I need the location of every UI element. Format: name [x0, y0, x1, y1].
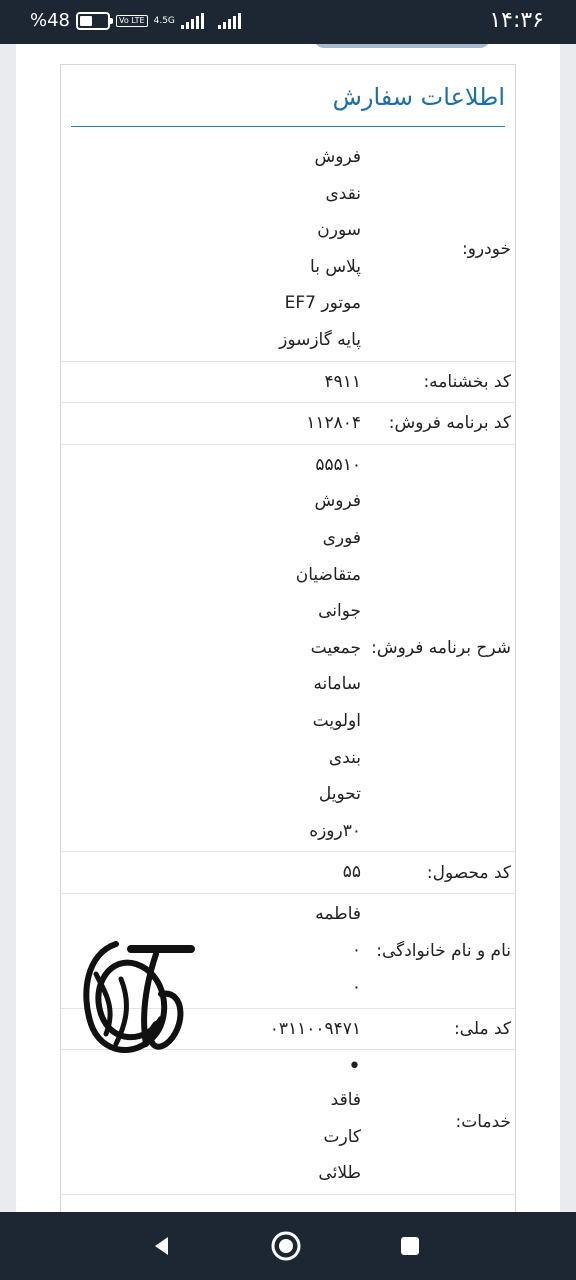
value-line: ۵۵۵۱۰ — [315, 454, 361, 475]
value-line: اولویت — [312, 710, 361, 731]
value-line: کارت — [323, 1126, 362, 1147]
row-label: نام و نام خانوادگی: — [376, 940, 511, 961]
row-value: ۰۳۱۱۰۰۹۴۷۱ — [263, 1009, 363, 1050]
signal-bars-2-icon — [217, 12, 241, 29]
order-row: کد بخشنامه: ۴۹۱۱ — [61, 362, 515, 404]
recents-square-icon — [401, 1237, 419, 1255]
order-row: خدمات: • فاقد کارت طلائی — [61, 1050, 515, 1196]
value-line: ۰ — [351, 940, 361, 961]
value-line: فروش — [314, 147, 361, 167]
panel-title: اطلاعات سفارش — [332, 83, 505, 111]
order-table: خودرو: فروش نقدی سورن پلاس با موتور EF7 پایه گ… — [61, 137, 515, 1196]
value-line: ۵۵ — [342, 862, 361, 883]
value-line: ۴۹۱۱ — [324, 371, 361, 392]
order-row: کد محصول: ۵۵ — [61, 852, 515, 894]
row-value: ۵۵ — [263, 852, 363, 893]
navigation-bar — [0, 1212, 576, 1280]
previous-button-edge[interactable] — [314, 44, 490, 48]
volte-badge: Vo LTE — [116, 14, 148, 27]
value-line: طلائی — [318, 1163, 361, 1184]
value-line: فاقد — [330, 1090, 361, 1111]
row-value: فروش نقدی سورن پلاس با موتور EF7 پایه گازسوز — [263, 137, 363, 361]
order-info-panel: اطلاعات سفارش خودرو: فروش نقدی سورن پلاس با م… — [60, 64, 516, 1212]
row-value: ۱۱۲۸۰۴ — [263, 403, 363, 444]
value-line: جوانی — [318, 601, 361, 622]
list-bullet: • — [348, 1054, 361, 1080]
value-line: ۱۱۲۸۰۴ — [306, 413, 361, 434]
value-line: سامانه — [313, 674, 361, 695]
value-line: موتور EF7 — [284, 293, 361, 314]
status-bar: %48 Vo LTE 4.5G ۱۴:۳۶ — [0, 0, 576, 44]
value-line: پایه گازسوز — [279, 329, 361, 350]
home-circle-icon — [271, 1231, 301, 1261]
back-triangle-icon — [155, 1237, 168, 1255]
title-divider — [71, 126, 505, 127]
row-value: فاطمه ۰ ۰ — [263, 894, 363, 1008]
value-line: ۰ — [351, 977, 361, 998]
row-label: کد ملی: — [453, 1018, 511, 1039]
row-label: خودرو: — [461, 238, 511, 259]
value-line: فوری — [322, 527, 361, 548]
value-line: سورن — [317, 220, 361, 241]
order-row: نام و نام خانوادگی: فاطمه ۰ ۰ — [61, 894, 515, 1009]
value-line: متقاضیان — [295, 564, 361, 585]
value-line: فروش — [314, 491, 361, 512]
row-value: • فاقد کارت طلائی — [263, 1050, 363, 1194]
row-label: خدمات: — [455, 1112, 511, 1133]
value-line: بندی — [328, 747, 361, 768]
order-row: شرح برنامه فروش: ۵۵۵۱۰ فروش فوری متقاضیان جوا… — [61, 445, 515, 853]
signal-bars-icon — [180, 12, 204, 29]
row-label: کد برنامه فروش: — [388, 413, 511, 434]
network-type: 4.5G — [153, 15, 175, 26]
row-label: کد محصول: — [426, 862, 511, 883]
page-content[interactable]: اطلاعات سفارش خودرو: فروش نقدی سورن پلاس با م… — [0, 44, 576, 1212]
order-row: کد ملی: ۰۳۱۱۰۰۹۴۷۱ — [61, 1009, 515, 1051]
recents-button[interactable] — [392, 1228, 428, 1264]
status-left: %48 Vo LTE 4.5G — [30, 10, 241, 31]
row-label: کد بخشنامه: — [423, 371, 511, 392]
value-line: ۳۰روزه — [309, 820, 361, 841]
home-button[interactable] — [268, 1228, 304, 1264]
row-label: شرح برنامه فروش: — [371, 638, 511, 659]
value-line: جمعیت — [310, 637, 361, 658]
row-value: ۴۹۱۱ — [263, 362, 363, 403]
order-row: خودرو: فروش نقدی سورن پلاس با موتور EF7 پایه گ… — [61, 137, 515, 362]
page-card: اطلاعات سفارش خودرو: فروش نقدی سورن پلاس با م… — [16, 44, 560, 1212]
value-line: نقدی — [325, 183, 361, 204]
row-value: ۵۵۵۱۰ فروش فوری متقاضیان جوانی جمعیت سامانه اول… — [263, 445, 363, 852]
battery-icon — [76, 11, 114, 30]
battery-fill — [80, 15, 93, 26]
order-row: کد برنامه فروش: ۱۱۲۸۰۴ — [61, 403, 515, 445]
battery-percent: %48 — [30, 10, 71, 31]
clock: ۱۴:۳۶ — [489, 8, 544, 33]
value-line: ۰۳۱۱۰۰۹۴۷۱ — [269, 1018, 361, 1039]
value-line: تحویل — [318, 784, 361, 805]
value-line: فاطمه — [315, 903, 361, 924]
value-line: پلاس با — [310, 256, 361, 277]
back-button[interactable] — [144, 1228, 180, 1264]
